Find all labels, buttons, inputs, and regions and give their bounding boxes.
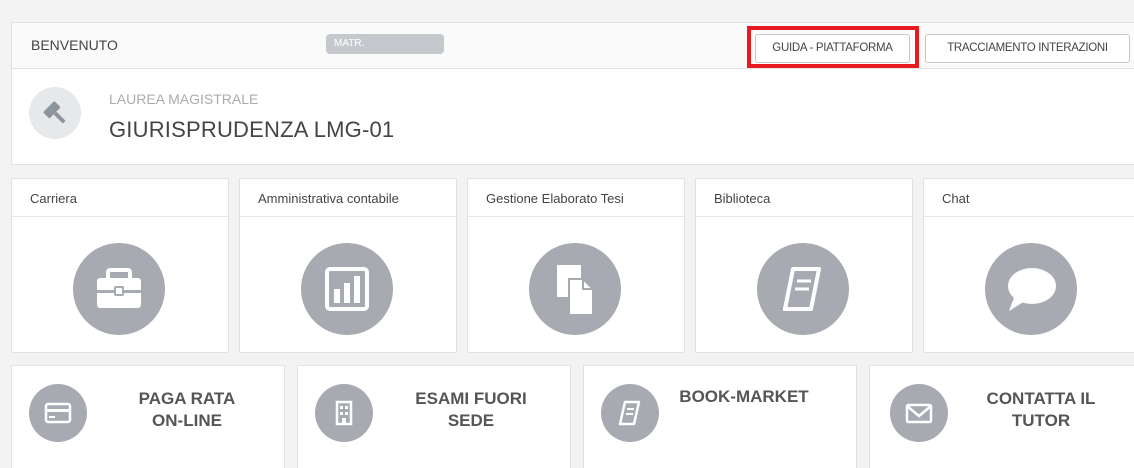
building-icon: [315, 384, 373, 442]
highlight-box: [747, 26, 919, 68]
tile-chat[interactable]: Chat: [923, 178, 1134, 353]
tile-label: Carriera: [12, 179, 228, 217]
card-title: CONTATTA IL TUTOR: [986, 389, 1096, 430]
card-esami-fuori-sede[interactable]: ESAMI FUORI SEDE: [297, 365, 571, 468]
top-bar: BENVENUTO MATR. GUIDA - PIATTAFORMA TRAC…: [12, 23, 1134, 69]
tile-carriera[interactable]: Carriera: [11, 178, 229, 353]
card-title: BOOK-MARKET: [679, 387, 809, 406]
envelope-icon: [890, 384, 948, 442]
header-panel: BENVENUTO MATR. GUIDA - PIATTAFORMA TRAC…: [11, 22, 1134, 165]
card-contatta-tutor[interactable]: CONTATTA IL TUTOR: [869, 365, 1134, 468]
card-paga-rata[interactable]: PAGA RATA ON-LINE: [11, 365, 285, 468]
tile-label: Chat: [924, 179, 1134, 217]
documents-icon: [529, 243, 621, 335]
tile-gestione-tesi[interactable]: Gestione Elaborato Tesi: [467, 178, 685, 353]
bar-chart-icon: [301, 243, 393, 335]
matriculation-badge: MATR.: [326, 34, 444, 54]
tile-amministrativa[interactable]: Amministrativa contabile: [239, 178, 457, 353]
card-book-market[interactable]: BOOK-MARKET: [583, 365, 857, 468]
interaction-tracking-button[interactable]: TRACCIAMENTO INTERAZIONI: [925, 34, 1130, 63]
gavel-icon: [29, 87, 81, 139]
tile-label: Gestione Elaborato Tesi: [468, 179, 684, 217]
book-icon: [757, 243, 849, 335]
tile-biblioteca[interactable]: Biblioteca: [695, 178, 913, 353]
credit-card-icon: [29, 384, 87, 442]
degree-type: LAUREA MAGISTRALE: [109, 91, 259, 107]
card-title: PAGA RATA ON-LINE: [138, 389, 236, 430]
chat-bubble-icon: [985, 243, 1077, 335]
book-icon: [601, 384, 659, 442]
course-title: GIURISPRUDENZA LMG-01: [109, 117, 395, 142]
tile-label: Biblioteca: [696, 179, 912, 217]
tile-label: Amministrativa contabile: [240, 179, 456, 217]
card-title: ESAMI FUORI SEDE: [415, 389, 527, 430]
briefcase-icon: [73, 243, 165, 335]
welcome-label: BENVENUTO: [31, 37, 118, 53]
